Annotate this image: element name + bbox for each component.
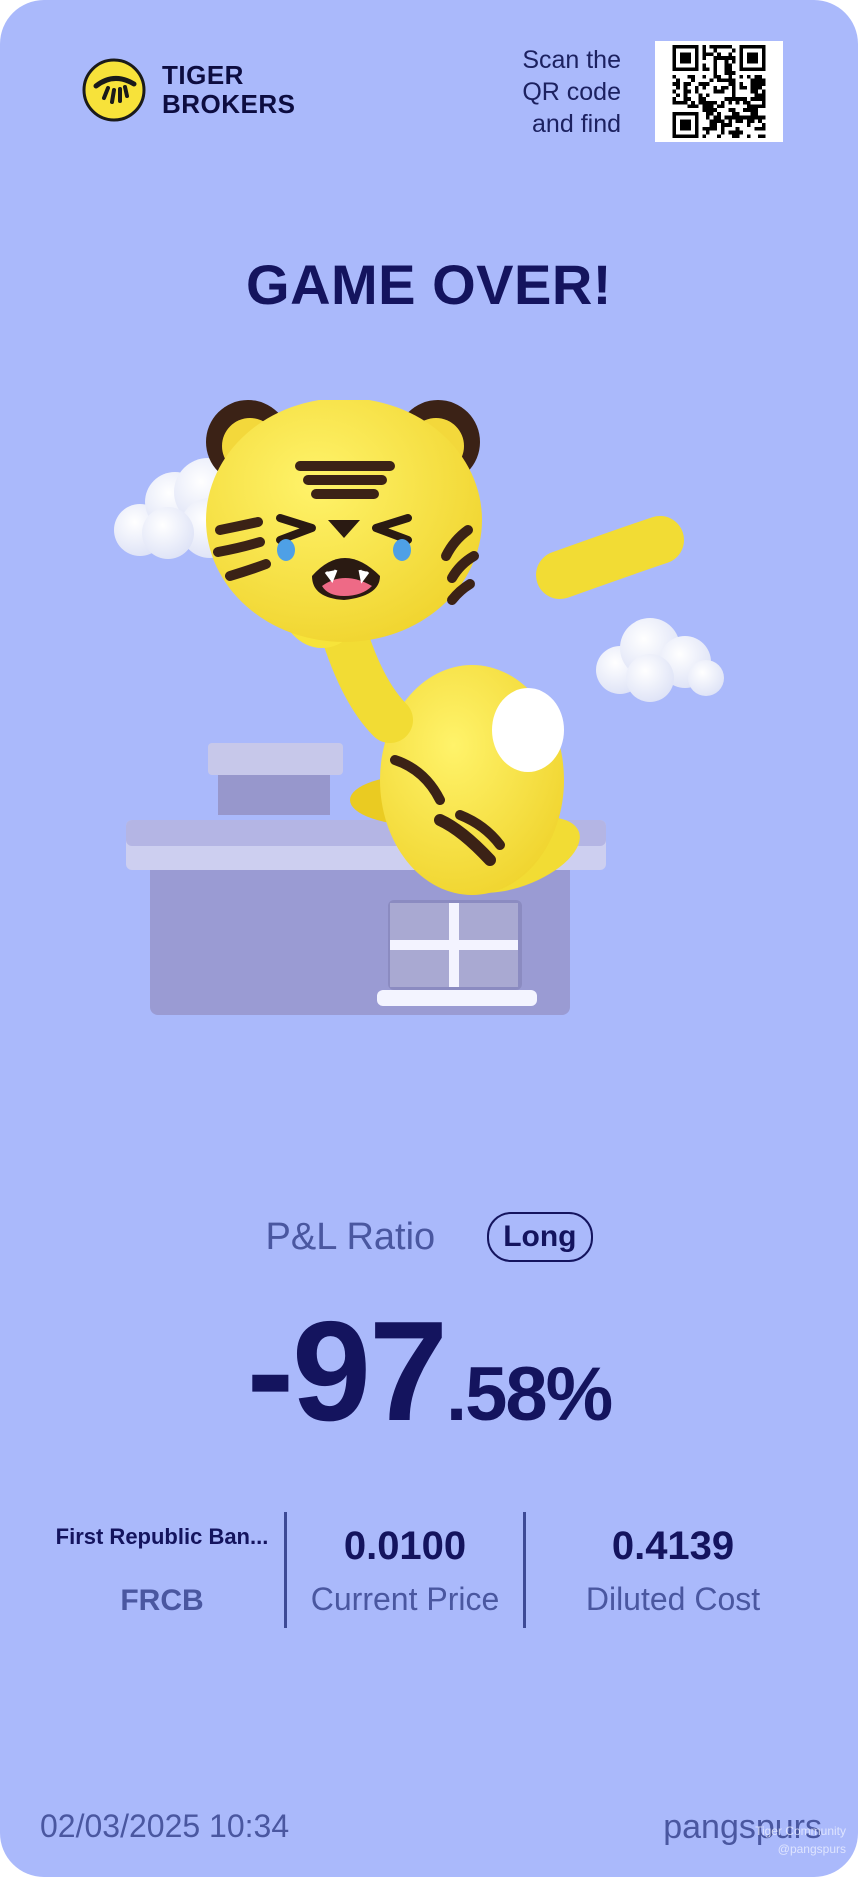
- page-title: GAME OVER!: [246, 253, 612, 316]
- brand-line-2: BROKERS: [162, 89, 296, 119]
- brand-name: TIGER BROKERS: [162, 61, 296, 119]
- diluted-cost-label: Diluted Cost: [585, 1581, 761, 1617]
- cloud-icon: [596, 618, 724, 702]
- current-price-stat: 0.0100 Current Price: [287, 1512, 523, 1628]
- footer-datetime: 02/03/2025 10:34: [40, 1808, 290, 1844]
- watermark-line-1: Tiger Community: [755, 1824, 846, 1838]
- pl-ratio-integer: -97: [246, 1292, 448, 1451]
- diluted-cost-stat: 0.4139 Diluted Cost: [526, 1512, 820, 1628]
- current-price-label: Current Price: [310, 1581, 500, 1617]
- watermark-line-2: @pangspurs: [777, 1842, 846, 1856]
- pl-ratio-label: P&L Ratio: [265, 1215, 436, 1258]
- qr-caption-line-2: QR code: [522, 78, 621, 106]
- pl-ratio-row: P&L Ratio Long: [0, 1212, 858, 1262]
- diluted-cost-value: 0.4139: [611, 1524, 735, 1568]
- stock-symbol: FRCB: [120, 1584, 204, 1617]
- stock-stats: First Republic Ban... FRCB 0.0100 Curren…: [40, 1512, 820, 1628]
- stock-name: First Republic Ban...: [55, 1524, 269, 1549]
- stock-identity: First Republic Ban... FRCB: [40, 1512, 284, 1628]
- brand: TIGER BROKERS: [82, 58, 296, 122]
- qr-caption-line-1: Scan the: [522, 46, 621, 74]
- pl-ratio-value: -97.58%: [0, 1290, 858, 1454]
- position-badge: Long: [487, 1212, 593, 1262]
- sad-tiger-illustration: [114, 400, 724, 1015]
- current-price-value: 0.0100: [343, 1524, 467, 1568]
- brand-line-1: TIGER: [162, 60, 244, 90]
- tiger-logo-icon: [82, 58, 146, 122]
- qr-caption: Scan the QR code and find: [522, 44, 621, 140]
- qr-code-icon: [672, 45, 766, 138]
- share-card: TIGER BROKERS Scan the QR code and find …: [0, 0, 858, 1877]
- watermark: Tiger Community @pangspurs: [755, 1822, 846, 1858]
- pl-ratio-decimal: .58%: [446, 1352, 613, 1437]
- qr-code[interactable]: [655, 41, 783, 142]
- qr-caption-line-3: and find: [532, 110, 621, 138]
